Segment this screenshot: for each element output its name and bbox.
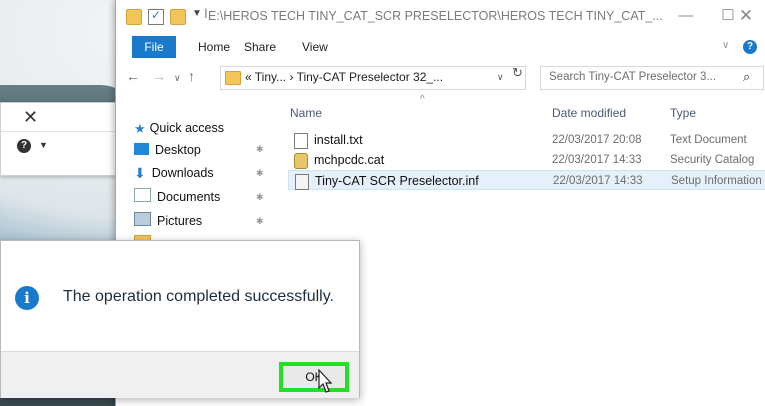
file-date: 22/03/2017 14:33 bbox=[553, 175, 643, 187]
star-icon: ★ bbox=[134, 121, 146, 136]
recent-locations-icon[interactable]: ∨ bbox=[174, 73, 181, 84]
help-icon[interactable]: ? bbox=[743, 40, 757, 54]
chevron-down-icon[interactable]: ▼ bbox=[39, 140, 48, 150]
folder-icon bbox=[225, 71, 241, 85]
folder-icon bbox=[126, 9, 142, 25]
ok-button[interactable]: OK bbox=[279, 362, 349, 392]
search-icon[interactable]: ⌕ bbox=[743, 69, 750, 85]
tab-home[interactable]: Home bbox=[198, 36, 230, 58]
close-button[interactable]: ✕ bbox=[726, 4, 765, 28]
documents-icon bbox=[134, 188, 151, 202]
tab-view[interactable]: View bbox=[302, 36, 328, 58]
pin-icon: ✱ bbox=[256, 168, 264, 178]
file-type: Text Document bbox=[670, 134, 747, 146]
text-file-icon bbox=[294, 133, 308, 149]
table-row[interactable]: mchpcdc.cat 22/03/2017 14:33 Security Ca… bbox=[288, 150, 765, 170]
download-icon: ⬇ bbox=[134, 165, 146, 181]
sidebar-item-downloads[interactable]: ⬇ Downloads bbox=[134, 163, 214, 183]
pin-icon: ✱ bbox=[256, 144, 264, 154]
tab-share[interactable]: Share bbox=[244, 36, 276, 58]
tab-file[interactable]: File bbox=[132, 36, 176, 58]
pictures-icon bbox=[134, 212, 151, 226]
properties-check-icon[interactable] bbox=[148, 8, 164, 25]
desktop-icon bbox=[134, 143, 149, 155]
pin-icon: ✱ bbox=[256, 216, 264, 226]
new-folder-icon[interactable] bbox=[170, 9, 186, 25]
sidebar-item-label: Documents bbox=[157, 190, 221, 204]
help-icon[interactable]: ? bbox=[17, 139, 31, 153]
back-arrow-icon[interactable]: ← bbox=[126, 68, 140, 84]
setup-file-icon bbox=[295, 174, 309, 190]
file-date: 22/03/2017 20:08 bbox=[552, 134, 642, 146]
sidebar-item-label: Pictures bbox=[157, 214, 203, 228]
sidebar-item-quick-access[interactable]: ★ Quick access bbox=[134, 118, 224, 138]
file-type: Security Catalog bbox=[670, 154, 755, 166]
mouse-cursor-icon bbox=[318, 368, 333, 393]
refresh-icon[interactable]: ↻ bbox=[512, 65, 523, 81]
search-input[interactable]: Search Tiny-CAT Preselector 3... ⌕ bbox=[540, 66, 764, 90]
table-row-selected[interactable]: Tiny-CAT SCR Preselector.inf 22/03/2017 … bbox=[288, 170, 765, 190]
table-row[interactable]: install.txt 22/03/2017 20:08 Text Docume… bbox=[288, 130, 765, 150]
breadcrumb[interactable]: « Tiny... › Tiny-CAT Preselector 32_... bbox=[245, 70, 443, 84]
sidebar-item-label: Desktop bbox=[155, 143, 201, 157]
sidebar-item-label: Downloads bbox=[151, 166, 214, 180]
file-date: 22/03/2017 14:33 bbox=[552, 154, 642, 166]
window-title: E:\HEROS TECH TINY_CAT_SCR PRESELECTOR\H… bbox=[208, 9, 663, 23]
forward-arrow-icon[interactable]: → bbox=[152, 68, 166, 84]
catalog-file-icon bbox=[294, 153, 308, 169]
minimize-button[interactable]: — bbox=[666, 4, 706, 28]
sidebar-item-label: Quick access bbox=[149, 121, 224, 135]
column-header-date[interactable]: Date modified bbox=[552, 106, 626, 120]
background-window-fragment: ✕ ? ▼ bbox=[0, 102, 118, 176]
up-arrow-icon[interactable]: ↑ bbox=[188, 68, 195, 84]
file-name: install.txt bbox=[314, 133, 363, 147]
sort-ascending-icon: ^ bbox=[420, 94, 425, 105]
pin-icon: ✱ bbox=[256, 192, 264, 202]
file-name: mchpcdc.cat bbox=[314, 153, 385, 167]
column-header-type[interactable]: Type bbox=[670, 106, 696, 120]
info-icon: i bbox=[15, 286, 39, 310]
ribbon-tabs: File Home Share View ∨ ? bbox=[116, 32, 765, 61]
divider bbox=[1, 131, 117, 132]
dialog-message: The operation completed successfully. bbox=[63, 288, 334, 305]
customize-toolbar-icon[interactable]: ▼ | bbox=[192, 8, 207, 19]
address-bar[interactable]: « Tiny... › Tiny-CAT Preselector 32_... … bbox=[220, 66, 526, 90]
navigation-bar: ← → ∨ ↑ « Tiny... › Tiny-CAT Preselector… bbox=[116, 60, 765, 96]
expand-ribbon-icon[interactable]: ∨ bbox=[722, 40, 729, 51]
dialog-footer: OK bbox=[1, 351, 359, 398]
search-placeholder: Search Tiny-CAT Preselector 3... bbox=[549, 71, 717, 83]
sidebar-item-desktop[interactable]: Desktop bbox=[134, 140, 201, 160]
file-type: Setup Information bbox=[671, 175, 762, 187]
title-bar: ▼ | E:\HEROS TECH TINY_CAT_SCR PRESELECT… bbox=[116, 0, 765, 32]
close-icon[interactable]: ✕ bbox=[23, 107, 38, 128]
file-name: Tiny-CAT SCR Preselector.inf bbox=[315, 174, 479, 188]
message-dialog: i The operation completed successfully. … bbox=[0, 240, 360, 398]
chevron-down-icon[interactable]: ∨ bbox=[497, 72, 504, 83]
sidebar-item-documents[interactable]: Documents bbox=[134, 187, 220, 207]
sidebar-item-pictures[interactable]: Pictures bbox=[134, 211, 202, 231]
column-header-name[interactable]: Name bbox=[290, 106, 322, 120]
